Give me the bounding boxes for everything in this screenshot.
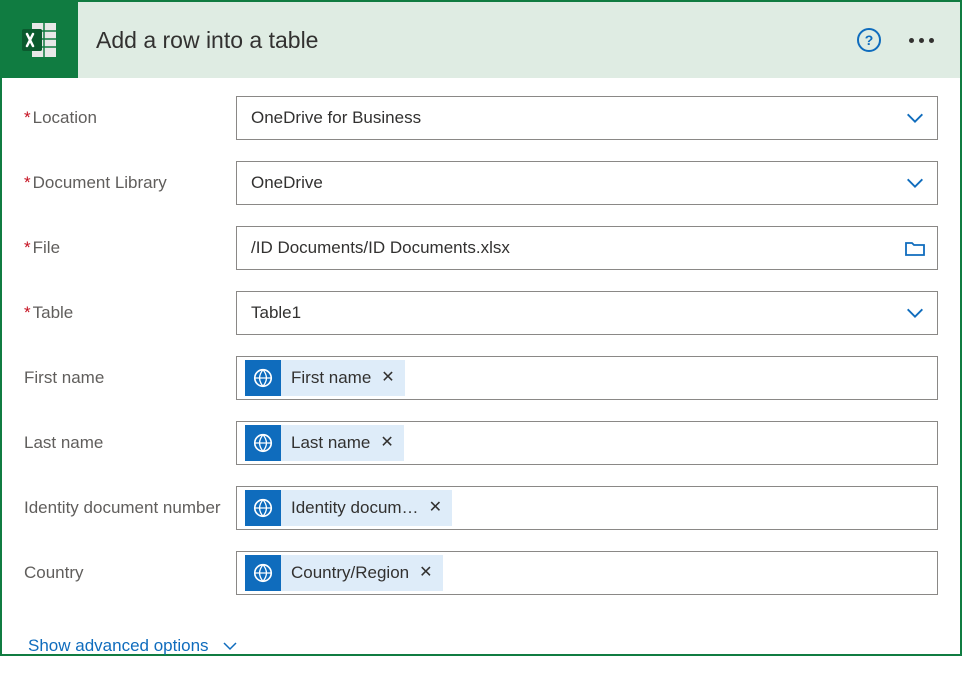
first-name-row: First name First name ✕ bbox=[24, 356, 938, 400]
excel-icon bbox=[2, 2, 78, 78]
required-indicator: * bbox=[24, 173, 31, 192]
advanced-options-label: Show advanced options bbox=[28, 636, 209, 656]
table-label: *Table bbox=[24, 291, 236, 325]
first-name-token[interactable]: First name ✕ bbox=[245, 360, 405, 396]
token-label: Last name bbox=[291, 433, 370, 453]
document-library-dropdown[interactable]: OneDrive bbox=[236, 161, 938, 205]
chevron-down-icon bbox=[903, 171, 927, 195]
chevron-down-icon bbox=[903, 301, 927, 325]
required-indicator: * bbox=[24, 303, 31, 322]
dynamic-content-icon bbox=[245, 360, 281, 396]
first-name-label: First name bbox=[24, 356, 236, 390]
country-label: Country bbox=[24, 551, 236, 585]
help-icon[interactable]: ? bbox=[857, 28, 881, 52]
first-name-input[interactable]: First name ✕ bbox=[236, 356, 938, 400]
document-library-label: *Document Library bbox=[24, 161, 236, 195]
country-input[interactable]: Country/Region ✕ bbox=[236, 551, 938, 595]
last-name-row: Last name Last name ✕ bbox=[24, 421, 938, 465]
file-label: *File bbox=[24, 226, 236, 260]
token-label: Country/Region bbox=[291, 563, 409, 583]
chevron-down-icon bbox=[903, 106, 927, 130]
location-value: OneDrive for Business bbox=[251, 108, 903, 128]
form-body: *Location OneDrive for Business *Documen… bbox=[2, 78, 960, 676]
table-value: Table1 bbox=[251, 303, 903, 323]
card-header: Add a row into a table ? bbox=[2, 2, 960, 78]
table-dropdown[interactable]: Table1 bbox=[236, 291, 938, 335]
country-row: Country Country/Region ✕ bbox=[24, 551, 938, 595]
file-row: *File /ID Documents/ID Documents.xlsx bbox=[24, 226, 938, 270]
last-name-token[interactable]: Last name ✕ bbox=[245, 425, 404, 461]
last-name-label: Last name bbox=[24, 421, 236, 455]
location-row: *Location OneDrive for Business bbox=[24, 96, 938, 140]
file-value: /ID Documents/ID Documents.xlsx bbox=[251, 238, 903, 258]
folder-icon[interactable] bbox=[903, 236, 927, 260]
file-input[interactable]: /ID Documents/ID Documents.xlsx bbox=[236, 226, 938, 270]
header-actions: ? bbox=[857, 28, 960, 52]
close-icon[interactable]: ✕ bbox=[419, 565, 432, 581]
table-row: *Table Table1 bbox=[24, 291, 938, 335]
location-label: *Location bbox=[24, 96, 236, 130]
token-label: Identity docum… bbox=[291, 498, 419, 518]
location-dropdown[interactable]: OneDrive for Business bbox=[236, 96, 938, 140]
identity-document-label: Identity document number bbox=[24, 486, 236, 520]
close-icon[interactable]: ✕ bbox=[381, 370, 394, 386]
country-token[interactable]: Country/Region ✕ bbox=[245, 555, 443, 591]
identity-document-input[interactable]: Identity docum… ✕ bbox=[236, 486, 938, 530]
dynamic-content-icon bbox=[245, 425, 281, 461]
dynamic-content-icon bbox=[245, 490, 281, 526]
last-name-input[interactable]: Last name ✕ bbox=[236, 421, 938, 465]
token-label: First name bbox=[291, 368, 371, 388]
document-library-value: OneDrive bbox=[251, 173, 903, 193]
show-advanced-options-button[interactable]: Show advanced options bbox=[24, 626, 243, 666]
more-options-button[interactable] bbox=[909, 38, 934, 43]
identity-document-token[interactable]: Identity docum… ✕ bbox=[245, 490, 452, 526]
chevron-down-icon bbox=[221, 637, 239, 655]
required-indicator: * bbox=[24, 108, 31, 127]
action-card: Add a row into a table ? *Location OneDr… bbox=[0, 0, 962, 656]
dynamic-content-icon bbox=[245, 555, 281, 591]
document-library-row: *Document Library OneDrive bbox=[24, 161, 938, 205]
identity-document-row: Identity document number Identity docum…… bbox=[24, 486, 938, 530]
card-title: Add a row into a table bbox=[78, 27, 857, 54]
close-icon[interactable]: ✕ bbox=[429, 500, 442, 516]
close-icon[interactable]: ✕ bbox=[380, 435, 393, 451]
required-indicator: * bbox=[24, 238, 31, 257]
